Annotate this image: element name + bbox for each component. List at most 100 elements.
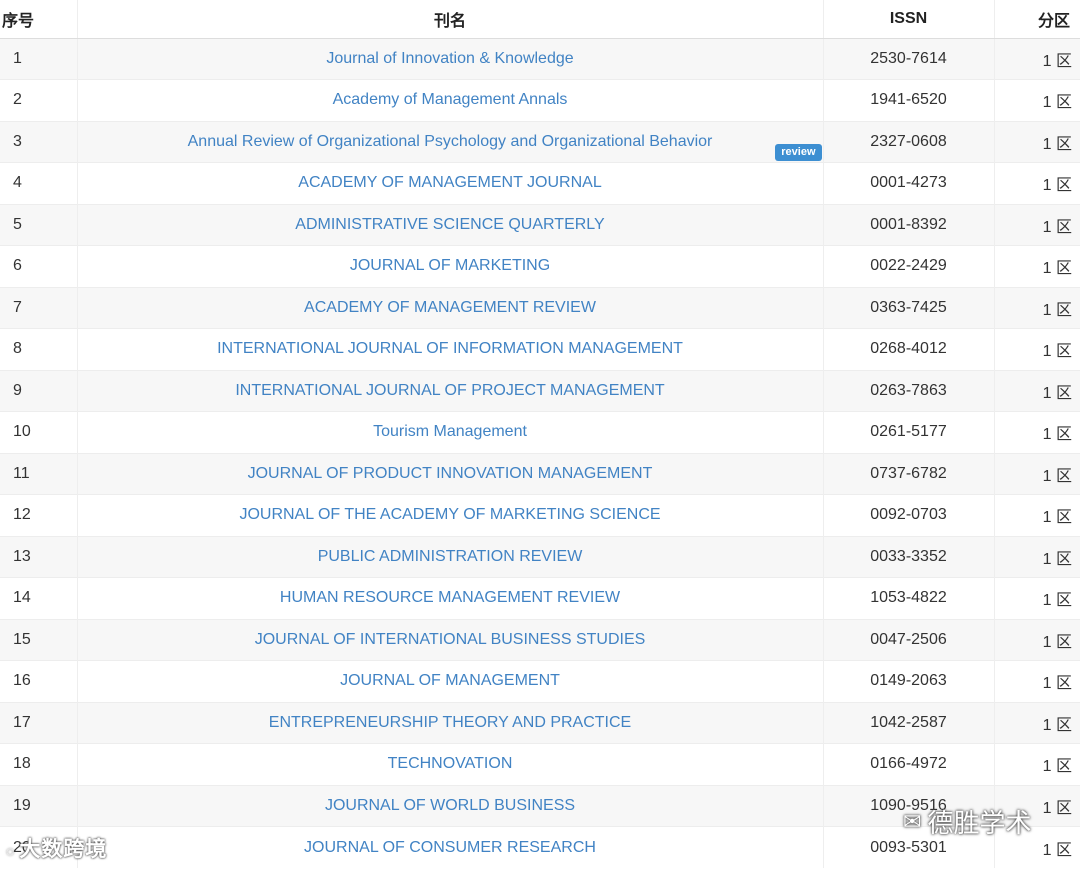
row-index: 4 [0,162,78,204]
journal-title-link[interactable]: ADMINISTRATIVE SCIENCE QUARTERLY [295,216,604,233]
row-index: 15 [0,618,78,661]
row-index: 11 [0,452,78,495]
journal-title-link[interactable]: JOURNAL OF CONSUMER RESEARCH [304,839,596,856]
row-index: 8 [0,328,78,370]
table-row[interactable]: 17 ENTREPRENEURSHIP THEORY AND PRACTICE 10… [0,701,1080,744]
row-index: 7 [0,286,78,329]
watermark-right-text: 德胜学术 [927,808,1032,838]
table-row[interactable]: 6 JOURNAL OF MARKETING 0022-2429 1 区 [0,245,1080,287]
journal-title-link[interactable]: Journal of Innovation & Knowledge [326,50,573,67]
journal-title-link[interactable]: ENTREPRENEURSHIP THEORY AND PRACTICE [269,714,631,731]
row-zone: 1 区 [994,577,1080,619]
journal-title-link[interactable]: ACADEMY OF MANAGEMENT REVIEW [304,299,596,316]
row-title-cell: HUMAN RESOURCE MANAGEMENT REVIEW [77,577,824,619]
row-title-cell: ADMINISTRATIVE SCIENCE QUARTERLY [77,203,824,246]
row-title-cell: JOURNAL OF CONSUMER RESEARCH [77,826,824,868]
table-row[interactable]: 18 TECHNOVATION 0166-4972 1 区 [0,743,1080,785]
table-row[interactable]: 5 ADMINISTRATIVE SCIENCE QUARTERLY 0001-83… [0,203,1080,246]
table-row[interactable]: 14 HUMAN RESOURCE MANAGEMENT REVIEW 1053-4… [0,577,1080,619]
row-zone: 1 区 [994,369,1080,412]
row-index: 16 [0,660,78,702]
row-index: 19 [0,784,78,827]
row-issn: 0047-2506 [823,618,995,661]
journal-title-link[interactable]: JOURNAL OF THE ACADEMY OF MARKETING SCIE… [239,506,660,523]
journal-title-link[interactable]: INTERNATIONAL JOURNAL OF INFORMATION MAN… [217,340,683,357]
row-index: 5 [0,203,78,246]
row-title-cell: INTERNATIONAL JOURNAL OF PROJECT MANAGEM… [77,369,824,412]
journal-title-link[interactable]: INTERNATIONAL JOURNAL OF PROJECT MANAGEM… [235,382,664,399]
row-title-cell: JOURNAL OF WORLD BUSINESS [77,784,824,827]
journal-title-link[interactable]: JOURNAL OF WORLD BUSINESS [325,797,575,814]
journal-title-link[interactable]: Tourism Management [373,423,527,440]
row-zone: 1 区 [994,162,1080,204]
row-zone: 1 区 [994,452,1080,495]
row-issn: 0268-4012 [823,328,995,370]
row-title-cell: JOURNAL OF THE ACADEMY OF MARKETING SCIE… [77,494,824,536]
row-zone: 1 区 [994,286,1080,329]
table-row[interactable]: 12 JOURNAL OF THE ACADEMY OF MARKETING SC… [0,494,1080,536]
row-title-cell: Tourism Management [77,411,824,453]
header-row: 序号 刊名 ISSN 分区 [0,0,1080,39]
row-index: 6 [0,245,78,287]
row-title-cell: PUBLIC ADMINISTRATION REVIEW [77,535,824,578]
row-issn: 0263-7863 [823,369,995,412]
row-zone: 1 区 [994,743,1080,785]
row-issn: 2327-0608 [823,120,995,163]
journal-title-link[interactable]: TECHNOVATION [388,755,513,772]
row-zone: 1 区 [994,203,1080,246]
row-title-cell: Journal of Innovation & Knowledge [77,37,824,80]
table-row[interactable]: 15 JOURNAL OF INTERNATIONAL BUSINESS STUD… [0,618,1080,661]
table-row[interactable]: 16 JOURNAL OF MANAGEMENT 0149-2063 1 区 [0,660,1080,702]
journal-title-link[interactable]: PUBLIC ADMINISTRATION REVIEW [318,548,583,565]
journal-title-link[interactable]: Annual Review of Organizational Psycholo… [188,133,713,150]
table-row[interactable]: 7 ACADEMY OF MANAGEMENT REVIEW 0363-7425 1 … [0,286,1080,329]
watermark-right: ✉ 德胜学术 [903,803,1031,840]
row-issn: 0261-5177 [823,411,995,453]
row-issn: 0737-6782 [823,452,995,495]
row-zone: 1 区 [994,535,1080,578]
table-row[interactable]: 2 Academy of Management Annals 1941-6520 1 … [0,79,1080,121]
row-index: 13 [0,535,78,578]
journal-title-link[interactable]: JOURNAL OF MANAGEMENT [340,672,560,689]
row-title-cell: Annual Review of Organizational Psycholo… [77,120,824,163]
watermark-left-text: 大数跨境 [19,838,108,861]
table-row[interactable]: 11 JOURNAL OF PRODUCT INNOVATION MANAGEME… [0,452,1080,495]
header-title[interactable]: 刊名 [77,0,824,39]
table-row[interactable]: 9 INTERNATIONAL JOURNAL OF PROJECT MANAGE… [0,369,1080,412]
journal-title-link[interactable]: JOURNAL OF MARKETING [350,257,550,274]
table-header: 序号 刊名 ISSN 分区 [0,0,1080,39]
table-row[interactable]: 3 Annual Review of Organizational Psychol… [0,120,1080,163]
journal-title-link[interactable]: JOURNAL OF INTERNATIONAL BUSINESS STUDIE… [255,631,646,648]
row-index: 2 [0,79,78,121]
table-row[interactable]: 4 ACADEMY OF MANAGEMENT JOURNAL 0001-4273 1… [0,162,1080,204]
row-title-cell: ACADEMY OF MANAGEMENT REVIEW [77,286,824,329]
journal-title-link[interactable]: Academy of Management Annals [333,91,568,108]
journal-title-link[interactable]: HUMAN RESOURCE MANAGEMENT REVIEW [280,589,620,606]
row-issn: 2530-7614 [823,37,995,80]
row-zone: 1 区 [994,494,1080,536]
header-zone[interactable]: 分区 [994,0,1080,39]
row-issn: 0001-8392 [823,203,995,246]
row-title-cell: INTERNATIONAL JOURNAL OF INFORMATION MAN… [77,328,824,370]
header-issn[interactable]: ISSN [823,0,995,39]
row-issn: 0363-7425 [823,286,995,329]
table-row[interactable]: 8 INTERNATIONAL JOURNAL OF INFORMATION MA… [0,328,1080,370]
table-row[interactable]: 10 Tourism Management 0261-5177 1 区 [0,411,1080,453]
row-zone: 1 区 [994,120,1080,163]
header-index[interactable]: 序号 [0,0,78,39]
wechat-icon: ✉ [903,808,922,834]
row-issn: 0001-4273 [823,162,995,204]
row-zone: 1 区 [994,701,1080,744]
review-badge: review [775,143,822,161]
journal-title-link[interactable]: JOURNAL OF PRODUCT INNOVATION MANAGEMENT [248,465,653,482]
row-issn: 0092-0703 [823,494,995,536]
row-zone: 1 区 [994,411,1080,453]
row-zone: 1 区 [994,618,1080,661]
table-row[interactable]: 1 Journal of Innovation & Knowledge 2530-7… [0,37,1080,80]
table-row[interactable]: 13 PUBLIC ADMINISTRATION REVIEW 0033-3352 1… [0,535,1080,578]
row-title-cell: Academy of Management Annals [77,79,824,121]
row-issn: 0149-2063 [823,660,995,702]
journal-title-link[interactable]: ACADEMY OF MANAGEMENT JOURNAL [298,174,601,191]
row-index: 17 [0,701,78,744]
row-title-cell: ACADEMY OF MANAGEMENT JOURNAL [77,162,824,204]
